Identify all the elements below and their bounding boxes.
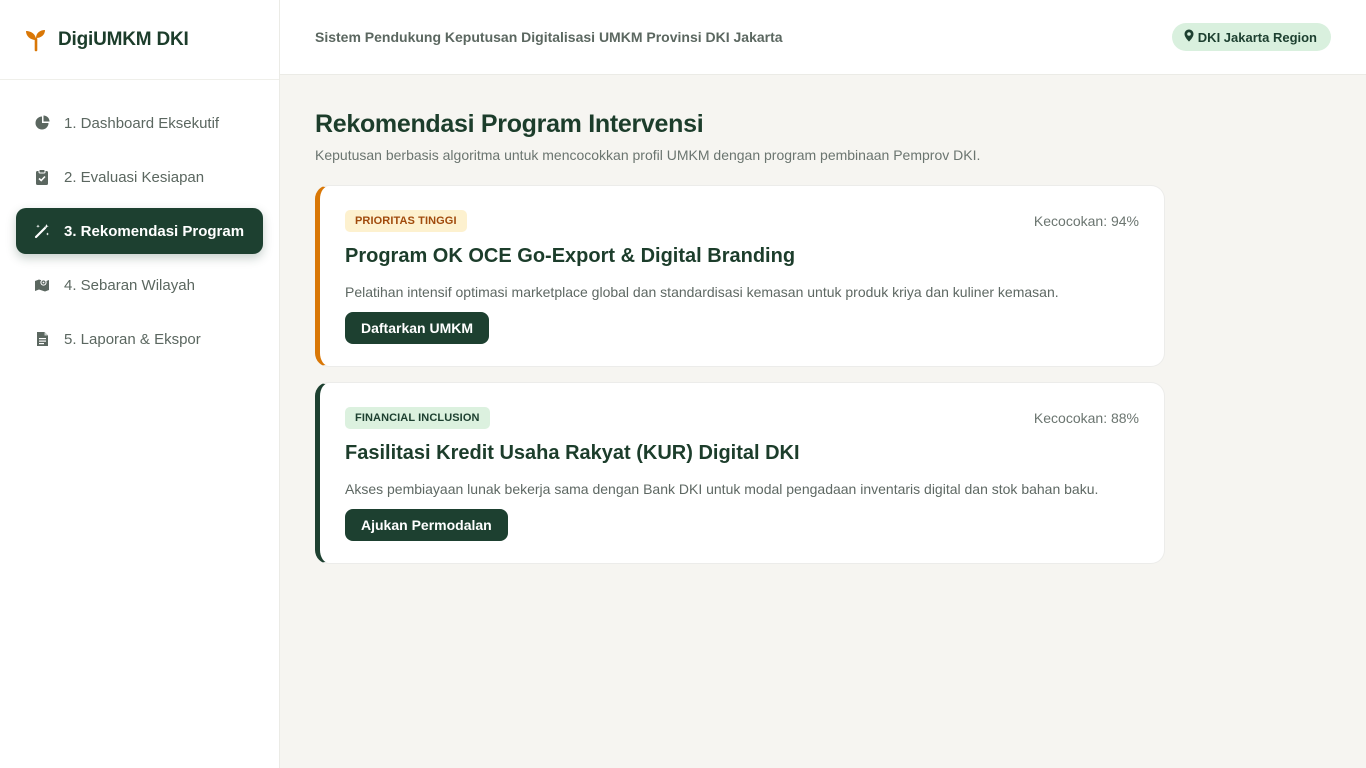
sprout-icon [24, 28, 48, 52]
category-tag: FINANCIAL INCLUSION [345, 407, 490, 429]
program-card: FINANCIAL INCLUSION Kecocokan: 88% Fasil… [315, 382, 1165, 564]
program-title: Fasilitasi Kredit Usaha Rakyat (KUR) Dig… [345, 442, 800, 464]
sidebar-item-sebaran[interactable]: 4. Sebaran Wilayah [16, 262, 263, 308]
sidebar-item-label: 5. Laporan & Ekspor [64, 330, 201, 348]
program-card: PRIORITAS TINGGI Kecocokan: 94% Program … [315, 185, 1165, 367]
sidebar: DigiUMKM DKI 1. Dashboard Eksekutif 2. E… [0, 0, 280, 768]
priority-tag: PRIORITAS TINGGI [345, 210, 467, 232]
program-title: Program OK OCE Go-Export & Digital Brand… [345, 245, 796, 267]
brand[interactable]: DigiUMKM DKI [0, 0, 279, 80]
app-name: DigiUMKM DKI [58, 28, 189, 50]
sidebar-item-rekomendasi[interactable]: 3. Rekomendasi Program [16, 208, 263, 254]
program-description: Pelatihan intensif optimasi marketplace … [345, 284, 1059, 300]
match-score: Kecocokan: 94% [1033, 213, 1139, 229]
magic-wand-icon [34, 223, 50, 239]
apply-funding-button[interactable]: Ajukan Permodalan [345, 509, 508, 541]
header-title: Sistem Pendukung Keputusan Digitalisasi … [315, 29, 783, 45]
sidebar-item-label: 3. Rekomendasi Program [64, 222, 245, 240]
sidebar-item-evaluasi[interactable]: 2. Evaluasi Kesiapan [16, 154, 263, 200]
sidebar-nav: 1. Dashboard Eksekutif 2. Evaluasi Kesia… [0, 80, 279, 362]
file-icon [34, 331, 50, 347]
page-subtitle: Keputusan berbasis algoritma untuk menco… [315, 147, 981, 163]
page-title: Rekomendasi Program Intervensi [315, 110, 704, 138]
sidebar-item-label: 4. Sebaran Wilayah [64, 276, 195, 294]
map-pin-icon [1184, 29, 1194, 45]
top-header: Sistem Pendukung Keputusan Digitalisasi … [280, 0, 1366, 75]
match-score: Kecocokan: 88% [1033, 410, 1139, 426]
pie-chart-icon [34, 115, 50, 131]
sidebar-item-label: 1. Dashboard Eksekutif [64, 114, 220, 132]
main-content: Rekomendasi Program Intervensi Keputusan… [315, 110, 1165, 564]
sidebar-item-label: 2. Evaluasi Kesiapan [64, 168, 205, 186]
sidebar-item-laporan[interactable]: 5. Laporan & Ekspor [16, 316, 263, 362]
program-description: Akses pembiayaan lunak bekerja sama deng… [345, 481, 1099, 497]
map-icon [34, 277, 50, 293]
register-umkm-button[interactable]: Daftarkan UMKM [345, 312, 490, 344]
region-badge-label: DKI Jakarta Region [1197, 29, 1317, 45]
region-badge[interactable]: DKI Jakarta Region [1171, 23, 1331, 51]
sidebar-item-dashboard[interactable]: 1. Dashboard Eksekutif [16, 100, 263, 146]
clipboard-check-icon [34, 169, 50, 185]
